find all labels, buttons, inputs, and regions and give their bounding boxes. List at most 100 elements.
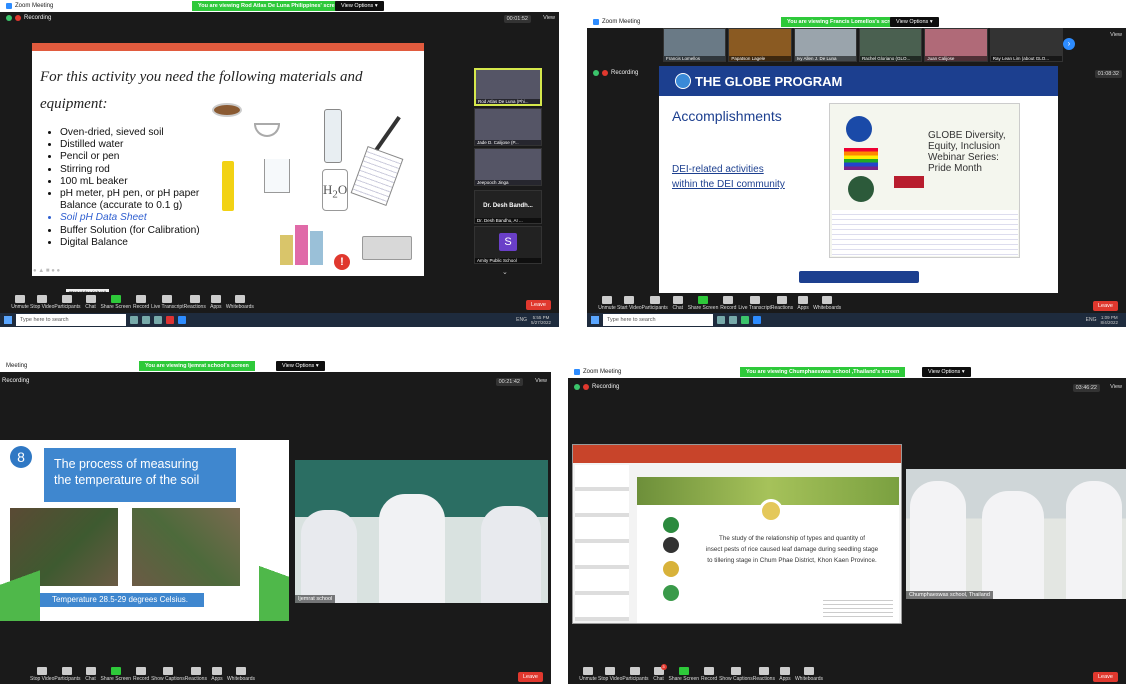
participants-button[interactable]: Participants: [622, 667, 649, 682]
participant-tile[interactable]: Rachel Gloriano (GLO...: [859, 28, 923, 62]
whiteboards-button[interactable]: Whiteboards: [795, 667, 823, 682]
taskbar-app-icon[interactable]: [178, 316, 186, 324]
live-transcript-button[interactable]: Live Transcript: [738, 296, 771, 311]
next-page-icon[interactable]: ›: [1063, 38, 1075, 50]
share-screen-button[interactable]: Share Screen: [101, 667, 131, 682]
stop-video-button[interactable]: Stop Video: [598, 667, 622, 682]
gallery-scroll-down-icon[interactable]: ⌄: [502, 268, 508, 276]
buffer-bottles-image: [280, 223, 324, 265]
chat-button[interactable]: 3 Chat: [649, 664, 669, 682]
cc-icon: [162, 295, 173, 303]
participants-button[interactable]: Participants: [642, 296, 668, 311]
list-item: Stirring rod: [60, 164, 200, 176]
search-input[interactable]: Type here to search: [16, 314, 126, 326]
windows-start-icon[interactable]: [591, 316, 599, 324]
whiteboards-button[interactable]: Whiteboards: [813, 296, 841, 311]
language-indicator[interactable]: ENG: [1086, 317, 1097, 323]
slide-decor-wave: [0, 551, 40, 621]
participants-button[interactable]: Participants: [54, 295, 81, 310]
participant-tile[interactable]: Jade D. Calijose (P...: [474, 108, 542, 146]
participant-name: Chumphaeswas school, Thailand: [906, 591, 993, 599]
participant-tile[interactable]: Papatson Lagele: [728, 28, 792, 62]
slide-nav-icons[interactable]: ● ▲ ■ ● ●: [33, 268, 60, 274]
share-screen-button[interactable]: Share Screen: [101, 295, 131, 310]
view-options-button[interactable]: View Options ▾: [922, 367, 971, 377]
unmute-button[interactable]: Unmute: [597, 296, 617, 311]
clock[interactable]: 1:09 PM 8/4/2022: [1100, 315, 1118, 325]
participant-tile[interactable]: S Amity Public School: [474, 226, 542, 264]
language-indicator[interactable]: ENG: [516, 317, 527, 323]
toolbar-label: Participants: [54, 676, 81, 682]
leave-button[interactable]: Leave: [518, 672, 543, 682]
view-button[interactable]: View: [543, 15, 555, 21]
chat-button[interactable]: Chat: [81, 295, 101, 310]
reactions-button[interactable]: Reactions: [185, 667, 207, 682]
live-transcript-button[interactable]: Live Transcript: [151, 295, 184, 310]
participant-tile[interactable]: Juan Calijose: [924, 28, 988, 62]
taskbar-app-icon[interactable]: [142, 316, 150, 324]
view-button[interactable]: View: [1110, 384, 1122, 390]
people-icon: [62, 295, 73, 303]
taskbar-app-icon[interactable]: [753, 316, 761, 324]
toolbar-label: Live Transcript: [738, 305, 771, 311]
stop-video-button[interactable]: Stop Video: [30, 295, 54, 310]
taskbar-app-icon[interactable]: [729, 316, 737, 324]
reactions-button[interactable]: Reactions: [184, 295, 206, 310]
record-button[interactable]: Record: [131, 295, 151, 310]
share-screen-button[interactable]: Share Screen: [688, 296, 718, 311]
apps-button[interactable]: Apps: [775, 667, 795, 682]
leave-button[interactable]: Leave: [1093, 301, 1118, 311]
start-video-button[interactable]: Start Video: [617, 296, 642, 311]
taskbar-app-icon[interactable]: [154, 316, 162, 324]
taskbar-app-icon[interactable]: [130, 316, 138, 324]
notebook-image: [350, 146, 404, 206]
participants-button[interactable]: Participants: [54, 667, 81, 682]
video-tile[interactable]: Ijemrat school: [295, 460, 548, 603]
participant-tile[interactable]: Dr. Desh Bandh... Dr. Desh Bandhu, AI ..…: [474, 190, 542, 224]
toolbar-label: Start Video: [617, 305, 642, 311]
cc-icon: [749, 296, 760, 304]
view-button[interactable]: View: [535, 378, 547, 384]
windows-start-icon[interactable]: [4, 316, 12, 324]
search-input[interactable]: Type here to search: [603, 314, 713, 326]
participant-tile[interactable]: Ray Lean Lim (about GLO...: [989, 28, 1063, 62]
leave-button[interactable]: Leave: [526, 300, 551, 310]
apps-button[interactable]: Apps: [206, 295, 226, 310]
reactions-button[interactable]: Reactions: [771, 296, 793, 311]
record-button[interactable]: Record: [131, 667, 151, 682]
authors-block: [823, 597, 893, 617]
show-captions-button[interactable]: Show Captions: [719, 667, 753, 682]
unmute-button[interactable]: Unmute: [578, 667, 598, 682]
whiteboards-button[interactable]: Whiteboards: [226, 295, 254, 310]
share-screen-button[interactable]: Share Screen: [669, 667, 699, 682]
record-button[interactable]: Record: [699, 667, 719, 682]
whiteboards-button[interactable]: Whiteboards: [227, 667, 255, 682]
taskbar-app-icon[interactable]: [166, 316, 174, 324]
dei-link[interactable]: DEI-related activities within the DEI co…: [672, 162, 785, 192]
chat-icon: [672, 296, 683, 304]
chat-button[interactable]: Chat: [668, 296, 688, 311]
taskbar-app-icon[interactable]: [741, 316, 749, 324]
view-options-button[interactable]: View Options ▾: [276, 361, 325, 371]
participant-tile[interactable]: Francis Lomellos: [663, 28, 727, 62]
apps-button[interactable]: Apps: [793, 296, 813, 311]
participant-tile[interactable]: Rod Atlas De Luna (Phi...: [474, 68, 542, 106]
taskbar-app-icon[interactable]: [717, 316, 725, 324]
view-button[interactable]: View: [1110, 32, 1122, 38]
stop-video-button[interactable]: Stop Video: [30, 667, 54, 682]
unmute-button[interactable]: Unmute: [10, 295, 30, 310]
toolbar-label: Apps: [210, 304, 222, 310]
leave-button[interactable]: Leave: [1093, 672, 1118, 682]
video-tile[interactable]: Chumphaeswas school, Thailand: [906, 469, 1126, 599]
view-options-button[interactable]: View Options ▾: [890, 17, 939, 27]
reactions-button[interactable]: Reactions: [753, 667, 775, 682]
show-captions-button[interactable]: Show Captions: [151, 667, 185, 682]
clock[interactable]: 5:55 PM 5/27/2022: [531, 315, 551, 325]
record-button[interactable]: Record: [718, 296, 738, 311]
chat-button[interactable]: Chat: [81, 667, 101, 682]
chat-icon: [85, 667, 96, 675]
view-options-button[interactable]: View Options ▾: [335, 1, 384, 11]
participant-tile[interactable]: Ivy Allen J. De Luna: [793, 28, 858, 62]
apps-button[interactable]: Apps: [207, 667, 227, 682]
participant-tile[interactable]: Jeepooch Jinga: [474, 148, 542, 186]
